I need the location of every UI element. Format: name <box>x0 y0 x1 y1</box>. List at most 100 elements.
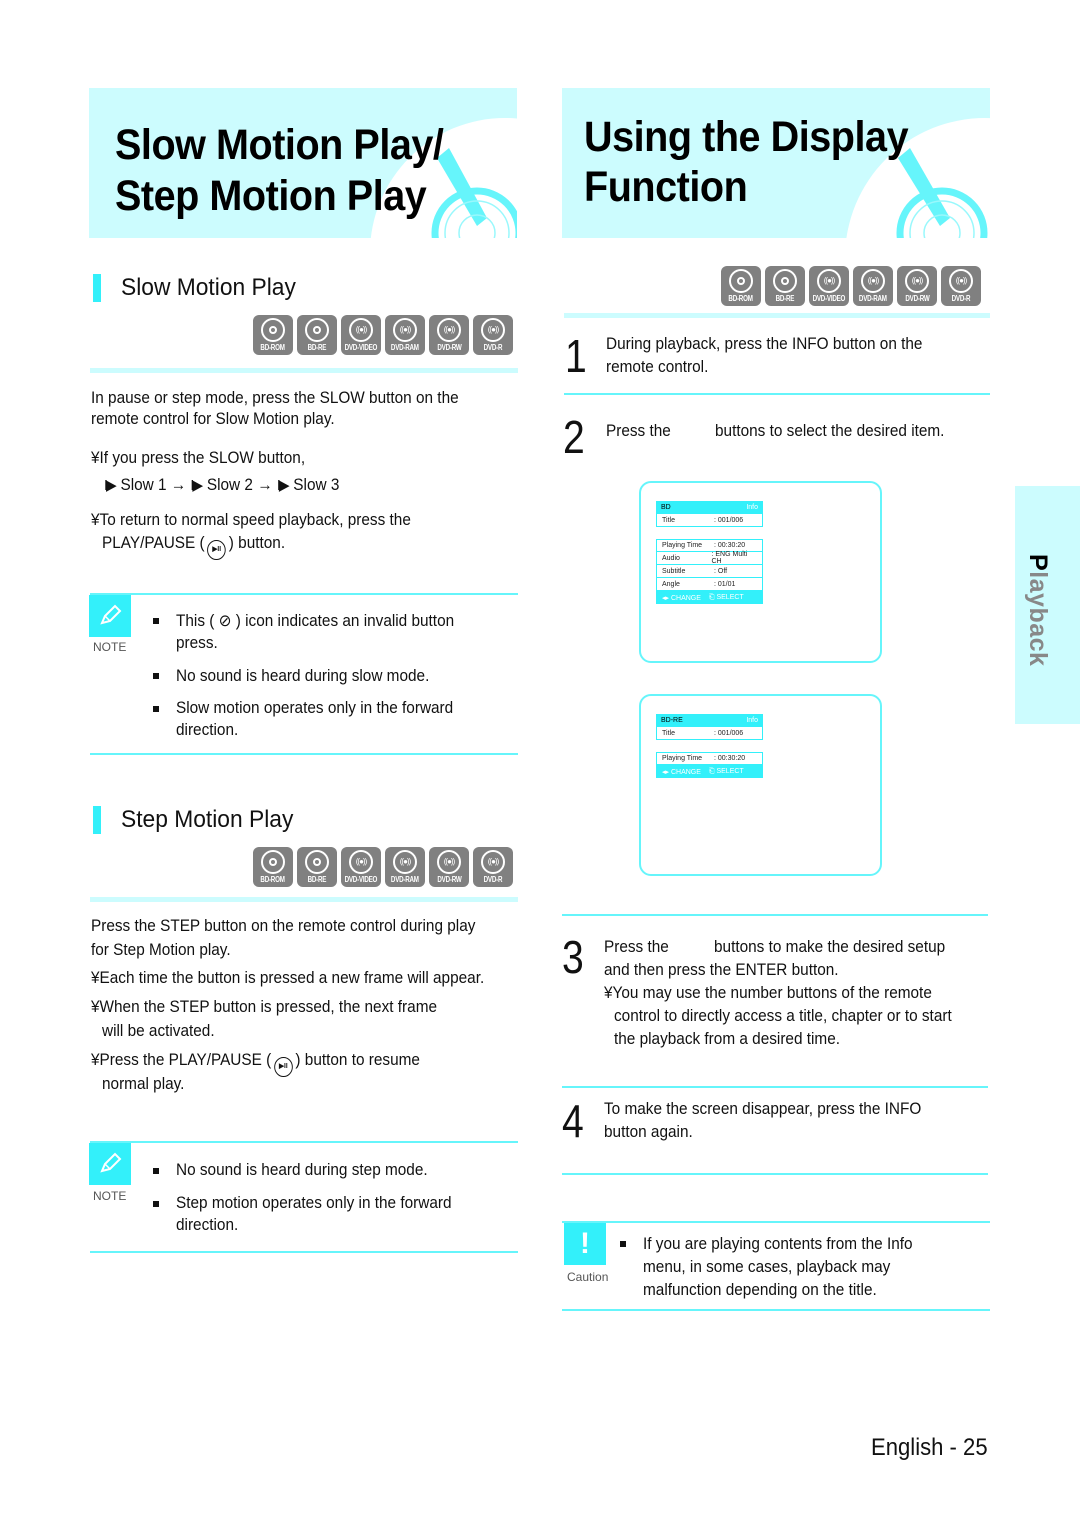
osd-panel-bdre: BD-RE Info Title: 001/006 Playing Time: 0… <box>656 714 763 778</box>
osd-value: : 00:30:20 <box>714 755 746 762</box>
step-3-number: 3 <box>562 931 584 983</box>
disc-bd-re-icon: BD-RE <box>765 266 805 306</box>
playback-side-tab: Playback <box>1015 486 1080 724</box>
note-slow-forward-cont: direction. <box>176 721 239 739</box>
disc-label: DVD-VIDEO <box>344 875 378 884</box>
disc-dvd-video-icon: ((●)) DVD-VIDEO <box>809 266 849 306</box>
osd-title-block: BD-RE Info Title: 001/006 <box>656 714 763 740</box>
step-divider <box>564 393 990 395</box>
osd-row-subtitle[interactable]: Subtitle: Off <box>656 565 763 578</box>
caution-line1: If you are playing contents from the Inf… <box>643 1235 913 1253</box>
disc-label: DVD-R <box>951 294 971 303</box>
disc-waves-icon: ((●)) <box>443 325 455 334</box>
disc-ring-icon: ((●)) <box>393 850 417 874</box>
disc-dvd-video-icon: ((●)) DVD-VIDEO <box>341 315 381 355</box>
step-2-number: 2 <box>563 411 585 463</box>
disc-dvd-rw-icon: ((●)) DVD-RW <box>429 315 469 355</box>
caution-line2: menu, in some cases, playback may <box>643 1258 891 1276</box>
step-disc-compat-icons: BD-ROM BD-RE ((●)) DVD-VIDEO ((●)) DVD-RAM ((●… <box>253 847 513 887</box>
osd-key: Subtitle <box>662 567 686 575</box>
osd-value: : 001/006 <box>714 516 744 524</box>
bullet-square <box>153 706 159 712</box>
osd-screen-bdre: BD-RE Info Title: 001/006 Playing Time: 0… <box>639 694 882 876</box>
disc-label: BD-ROM <box>260 343 286 352</box>
resume-label: ) button to resume <box>295 1051 420 1069</box>
left-title-banner: Slow Motion Play/ Step Motion Play <box>89 88 517 238</box>
disc-dvd-r-icon: ((●)) DVD-R <box>473 315 513 355</box>
osd-value: : 00:30:20 <box>714 542 746 549</box>
button-label: ) button. <box>228 534 286 552</box>
slow-sequence: I▶ Slow 1 → I▶ Slow 2 → I▶ Slow 3 <box>104 474 339 497</box>
step-divider <box>562 1173 988 1175</box>
slow-intro-line1: In pause or step mode, press the SLOW bu… <box>91 389 459 407</box>
note-label: NOTE <box>93 640 127 654</box>
caution-line3: malfunction depending on the title. <box>643 1281 877 1299</box>
osd-header: BD Info <box>656 501 763 514</box>
disc-ring-icon: ((●)) <box>393 318 417 342</box>
osd-disc-type: BD-RE <box>661 717 683 724</box>
section-divider <box>90 897 518 902</box>
osd-select-hint: ⎗ SELECT <box>708 767 744 775</box>
note-label: NOTE <box>93 1189 127 1203</box>
osd-value: : 01/01 <box>714 580 736 588</box>
disc-label: BD-RE <box>307 875 327 884</box>
tab-initial: P <box>1024 554 1052 572</box>
step-divider <box>562 914 988 916</box>
step-3-sub2: control to directly access a title, chap… <box>614 1007 952 1025</box>
step-motion-heading: Step Motion Play <box>93 805 302 835</box>
arrow-icon: → <box>257 476 273 494</box>
playback-tab-label: Playback <box>1023 554 1052 666</box>
heading-accent-bar <box>93 274 101 302</box>
osd-row-angle[interactable]: Angle : 01/01 <box>656 578 763 591</box>
note-pencil-icon <box>89 1143 131 1185</box>
osd-key: Audio <box>662 554 680 562</box>
step-2-post: buttons to select the desired item. <box>715 422 945 440</box>
disc-waves-icon: ((●)) <box>355 857 367 866</box>
osd-change-hint: ◂▸ CHANGE <box>662 768 701 776</box>
disc-ring-icon <box>773 269 797 293</box>
disc-ring-icon: ((●)) <box>349 850 373 874</box>
play-pause-label: ¥Press the PLAY/PAUSE ( <box>91 1051 272 1069</box>
section-divider <box>564 313 990 318</box>
note-text: This ( <box>176 612 215 630</box>
disc-label: DVD-RW <box>904 294 930 303</box>
disc-dvd-ram-icon: ((●)) DVD-RAM <box>385 847 425 887</box>
disc-waves-icon: ((●)) <box>443 857 455 866</box>
osd-select-hint: ⎗ SELECT <box>708 593 744 601</box>
osd-footer: ◂▸ CHANGE ⎗ SELECT <box>656 591 763 604</box>
heading-accent-bar <box>93 806 101 834</box>
disc-ring-icon: ((●)) <box>949 269 973 293</box>
disc-dvd-ram-icon: ((●)) DVD-RAM <box>853 266 893 306</box>
step-bullet1: ¥Each time the button is pressed a new f… <box>91 969 485 987</box>
right-title-banner: Using the Display Function <box>562 88 990 238</box>
disc-label: DVD-R <box>483 875 503 884</box>
osd-info-label: Info <box>746 717 758 724</box>
osd-row-title[interactable]: Title: 001/006 <box>656 514 763 527</box>
arrow-icon: → <box>170 476 187 494</box>
disc-label: BD-RE <box>775 294 795 303</box>
osd-screen-bd: BD Info Title: 001/006 Playing Time: 00:3… <box>639 481 882 663</box>
osd-row-audio[interactable]: Audio: ENG Multi CH <box>656 551 763 565</box>
slow-intro-line2: remote control for Slow Motion play. <box>91 410 335 428</box>
osd-row-playing-time[interactable]: Playing Time: 00:30:20 <box>656 752 763 765</box>
section-divider <box>90 368 518 373</box>
disc-ring-icon: ((●)) <box>817 269 841 293</box>
disc-ring-icon: ((●)) <box>481 318 505 342</box>
disc-hole-icon <box>313 858 321 866</box>
disc-dvd-video-icon: ((●)) DVD-VIDEO <box>341 847 381 887</box>
disc-waves-icon: ((●)) <box>823 276 835 285</box>
osd-key: Angle <box>662 580 680 588</box>
disc-label: BD-ROM <box>260 875 286 884</box>
osd-row-title[interactable]: Title: 001/006 <box>656 727 763 740</box>
disc-hole-icon <box>781 277 789 285</box>
disc-ring-icon: ((●)) <box>437 850 461 874</box>
disc-ring-icon <box>305 850 329 874</box>
caution-top-rule <box>562 1221 990 1223</box>
slow-play-icon: I▶ <box>276 477 290 494</box>
note-pencil-icon <box>89 595 131 637</box>
slow-bullet2-line1: ¥To return to normal speed playback, pre… <box>91 511 411 529</box>
disc-bd-re-icon: BD-RE <box>297 847 337 887</box>
disc-hole-icon <box>269 858 277 866</box>
slow-bullet2-line2: PLAY/PAUSE (▶II) button. <box>102 532 285 560</box>
step-bullet2-line2: will be activated. <box>102 1022 215 1040</box>
